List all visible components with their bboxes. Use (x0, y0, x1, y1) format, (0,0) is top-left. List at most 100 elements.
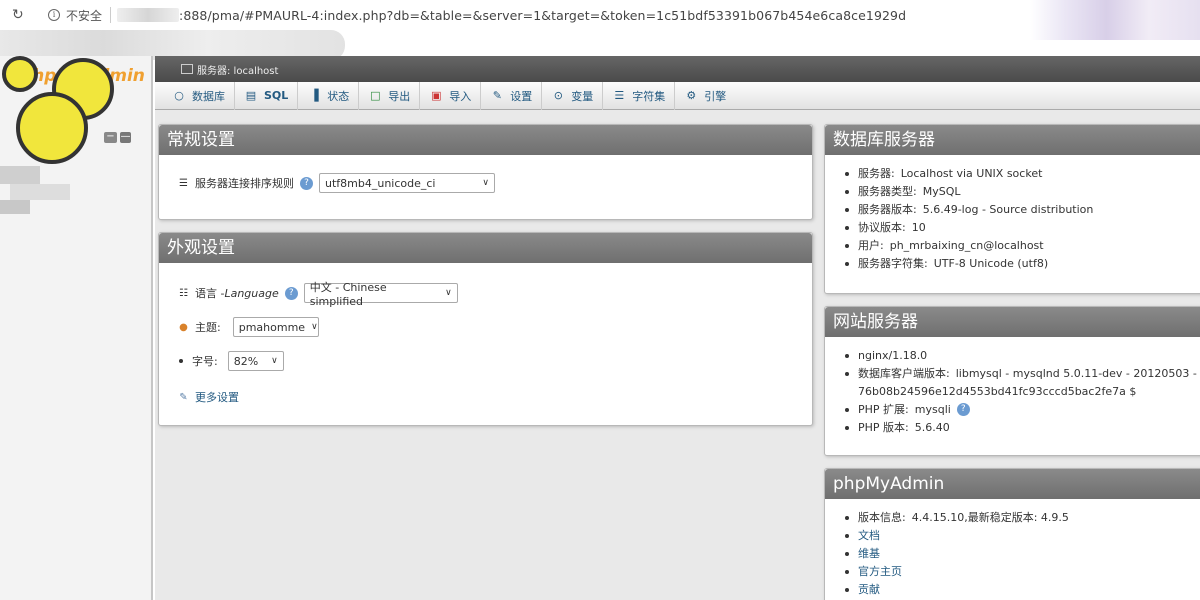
language-row: ☷ 语言 - Language ? 中文 - Chinese simplifie… (177, 281, 458, 308)
item-label: 服务器类型: (858, 185, 917, 198)
item-label: 服务器字符集: (858, 257, 928, 270)
item-value: 4.4.15.10,最新稳定版本: 4.9.5 (911, 511, 1069, 524)
list-item: 贡献 (845, 581, 1069, 599)
tab-engines[interactable]: ⚙ 引擎 (675, 82, 735, 110)
tab-charset[interactable]: ☰ 字符集 (603, 81, 676, 110)
tab-variables[interactable]: ⊙ 变量 (542, 81, 604, 110)
bullet (179, 359, 183, 363)
list-item: 服务器: Localhost via UNIX socket (845, 165, 1093, 183)
wrench-icon: ✎ (179, 391, 188, 403)
sql-icon: ▤ (245, 89, 257, 102)
tab-databases[interactable]: ○ 数据库 (163, 81, 235, 110)
bullet (845, 172, 849, 176)
list-item: 协议版本: 10 (845, 219, 1093, 237)
item-value: 10 (911, 221, 926, 234)
url-text[interactable]: :888/pma/#PMAURL-4:index.php?db=&table=&… (179, 8, 906, 23)
insecure-label[interactable]: 不安全 (66, 7, 102, 24)
phpmyadmin-panel: phpMyAdmin 版本信息: 4.4.15.10,最新稳定版本: 4.9.5 … (824, 468, 1200, 600)
help-icon[interactable]: ? (300, 176, 313, 190)
info-icon[interactable]: i (48, 9, 60, 21)
list-item: PHP 扩展: mysqli? (845, 401, 1197, 419)
bullet (845, 534, 849, 538)
list-item: 用户: ph_mrbaixing_cn@localhost (845, 237, 1093, 255)
list-item: 数据库客户端版本: libmysql - mysqlnd 5.0.11-dev -… (845, 365, 1197, 401)
bullet (845, 354, 849, 358)
left-navigation: phpMyAdmin − — (0, 56, 153, 600)
bullet (845, 372, 849, 376)
web-server-title: 网站服务器 (825, 307, 1200, 337)
charset-icon: ☰ (614, 89, 625, 102)
list-item: nginx/1.18.0 (845, 347, 1197, 365)
engine-icon: ⚙ (686, 89, 697, 102)
bullet (845, 226, 849, 230)
item-label: 协议版本: (858, 221, 906, 234)
chevron-down-icon: ∨ (445, 288, 452, 298)
list-icon: ☰ (179, 177, 188, 189)
database-server-panel: 数据库服务器 服务器: Localhost via UNIX socket 服务器… (824, 124, 1200, 294)
tab-label: 引擎 (704, 89, 727, 103)
fontsize-select[interactable]: 82% ∨ (227, 351, 284, 371)
item-value: 5.6.49-log - Source distribution (922, 203, 1094, 216)
theme-label: 主题: (195, 321, 221, 334)
item-label: PHP 扩展: (858, 403, 909, 416)
item-value: mysqli (914, 403, 951, 416)
chevron-down-icon: ∨ (271, 356, 278, 366)
help-icon[interactable]: ? (956, 403, 970, 416)
homepage-link[interactable]: 官方主页 (858, 563, 902, 581)
blurred-host (117, 8, 180, 22)
reload-icon[interactable]: ↻ (12, 7, 26, 23)
blurred-toolbar (1030, 0, 1200, 40)
help-icon[interactable]: ? (284, 286, 298, 300)
bullet (845, 570, 849, 574)
list-item: 维基 (845, 545, 1069, 563)
tab-label: 设置 (510, 89, 533, 103)
appearance-settings-title: 外观设置 (159, 233, 812, 263)
contribute-link[interactable]: 贡献 (858, 581, 880, 599)
collapse-all-icon[interactable]: − (104, 132, 117, 143)
tab-label: 导出 (388, 89, 411, 103)
item-value: Localhost via UNIX socket (900, 167, 1043, 180)
tab-import[interactable]: ▣ 导入 (420, 81, 482, 110)
tab-export[interactable]: □ 导出 (359, 81, 421, 110)
list-item: 文档 (845, 527, 1069, 545)
link-icon[interactable]: — (120, 132, 131, 143)
tab-settings[interactable]: ✎ 设置 (481, 81, 543, 110)
theme-select[interactable]: pmahomme ∨ (232, 317, 319, 337)
fontsize-value: 82% (233, 354, 259, 368)
blurred-pixel (0, 166, 40, 184)
status-icon: ▐ (310, 89, 319, 102)
server-icon (181, 64, 193, 74)
more-settings-row: ✎ 更多设置 (177, 389, 239, 405)
tab-label: 导入 (449, 89, 472, 103)
import-icon: ▣ (431, 89, 442, 102)
item-value-continued: 76b08b24596e12d4553bd41fc93cccd5bac2fe7a… (858, 385, 1137, 398)
more-settings-link[interactable]: 更多设置 (195, 389, 239, 405)
language-label-en: Language (224, 286, 279, 300)
wiki-link[interactable]: 维基 (858, 545, 880, 563)
phpmyadmin-title: phpMyAdmin (825, 469, 1200, 499)
tab-status[interactable]: ▐ 状态 (298, 81, 360, 110)
top-menu-tabs: ○ 数据库 ▤ SQL ▐ 状态 □ 导出 ▣ 导入 ✎ 设置 ⊙ 变量 ☰ 字符集 ⚙ 引擎 (155, 81, 1200, 110)
bullet (845, 588, 849, 592)
tab-sql[interactable]: ▤ SQL (235, 81, 299, 110)
server-breadcrumb[interactable]: 服务器: localhost (155, 56, 1200, 82)
collation-select[interactable]: utf8mb4_unicode_ci ∨ (319, 173, 495, 193)
tab-label: SQL (264, 89, 289, 102)
tab-label: 数据库 (192, 89, 225, 103)
general-settings-panel: 常规设置 ☰ 服务器连接排序规则 ? utf8mb4_unicode_ci ∨ (158, 124, 813, 220)
yellow-circle-icon (16, 92, 88, 164)
language-select[interactable]: 中文 - Chinese simplified ∨ (303, 281, 458, 308)
blurred-pixel (0, 200, 30, 214)
item-value: 5.6.40 (914, 421, 950, 434)
bullet (845, 408, 849, 412)
bullet (845, 552, 849, 556)
tab-label: 字符集 (632, 89, 666, 103)
settings-icon: ✎ (492, 89, 502, 102)
web-server-panel: 网站服务器 nginx/1.18.0 数据库客户端版本: libmysql - m… (824, 306, 1200, 456)
appearance-settings-panel: 外观设置 ☷ 语言 - Language ? 中文 - Chinese simp… (158, 232, 813, 426)
list-item: 版本信息: 4.4.15.10,最新稳定版本: 4.9.5 (845, 509, 1069, 527)
item-value: MySQL (922, 185, 961, 198)
documentation-link[interactable]: 文档 (858, 527, 880, 545)
list-item: PHP 版本: 5.6.40 (845, 419, 1197, 437)
list-item: 服务器字符集: UTF-8 Unicode (utf8) (845, 255, 1093, 273)
